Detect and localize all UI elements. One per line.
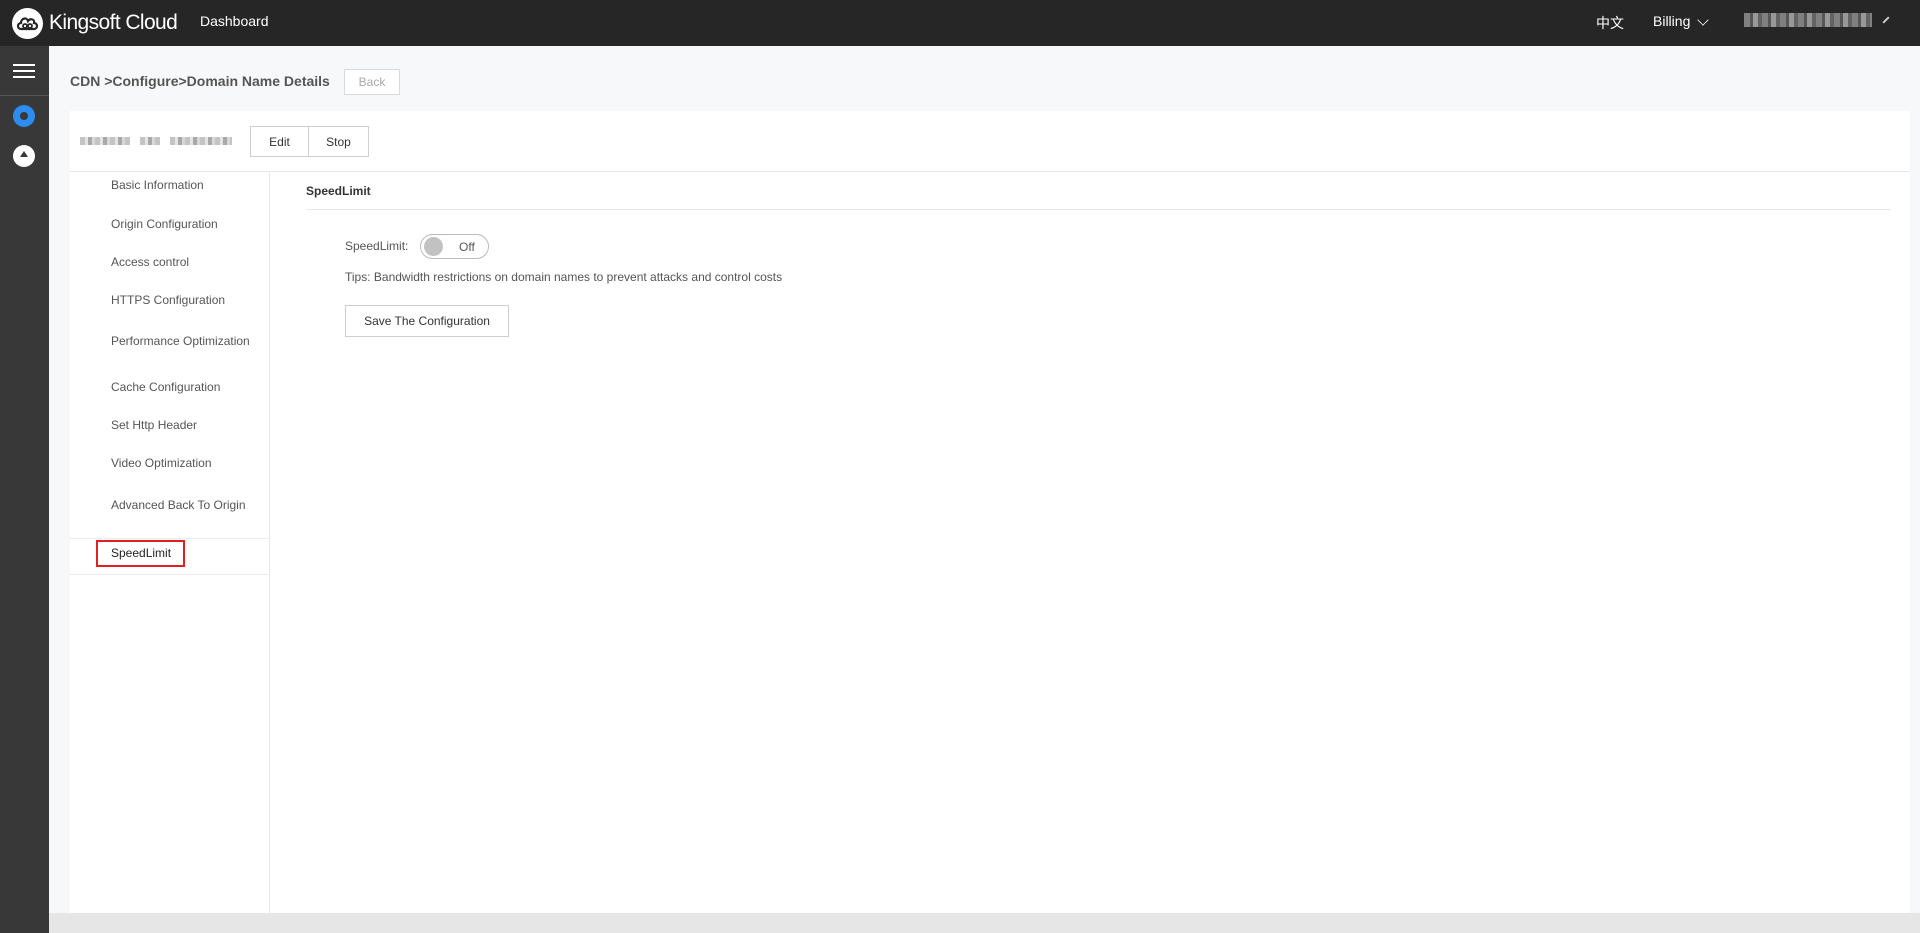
subnav-separator: [70, 538, 270, 539]
user-account-menu[interactable]: [1744, 12, 1894, 28]
subnav-item-origin-configuration[interactable]: Origin Configuration: [111, 217, 218, 231]
section-divider: [306, 209, 1891, 210]
section-title: SpeedLimit: [306, 184, 371, 198]
subnav-item-access-control[interactable]: Access control: [111, 255, 189, 269]
chevron-down-icon: [1697, 14, 1710, 26]
subnav-item-advanced-back-to-origin[interactable]: Advanced Back To Origin: [111, 498, 246, 512]
panel-divider: [70, 171, 1910, 172]
cloud-upload-icon[interactable]: [13, 145, 35, 167]
redacted-domain-name: [80, 135, 232, 147]
brand-name: Kingsoft Cloud: [49, 11, 178, 34]
billing-label: Billing: [1653, 13, 1691, 29]
details-panel: [70, 111, 1910, 913]
redacted-username: [1744, 13, 1872, 27]
subnav-item-cache-configuration[interactable]: Cache Configuration: [111, 380, 220, 394]
subnav-separator: [70, 574, 270, 575]
config-subnav: Basic Information Origin Configuration A…: [70, 172, 270, 913]
bottom-scrollbar-track: [49, 913, 1920, 933]
domain-actions: Edit Stop: [250, 126, 369, 157]
subnav-item-speedlimit[interactable]: SpeedLimit: [96, 540, 185, 567]
speedlimit-tips: Tips: Bandwidth restrictions on domain n…: [345, 270, 783, 284]
toggle-knob: [424, 237, 443, 256]
pencil-icon: [1882, 16, 1890, 24]
stop-button[interactable]: Stop: [308, 126, 369, 157]
breadcrumb: CDN >Configure>Domain Name Details: [70, 73, 330, 89]
menu-list-icon[interactable]: [13, 64, 35, 78]
brand-logo[interactable]: Kingsoft Cloud: [12, 6, 178, 40]
dashboard-link[interactable]: Dashboard: [200, 13, 269, 29]
top-navigation-bar: Kingsoft Cloud Dashboard 中文 Billing: [0, 0, 1920, 46]
rail-divider: [0, 95, 49, 96]
cdn-icon[interactable]: [13, 105, 35, 127]
billing-menu[interactable]: Billing: [1653, 13, 1710, 29]
toggle-state: Off: [459, 240, 475, 254]
language-switch[interactable]: 中文: [1596, 13, 1624, 33]
speedlimit-toggle[interactable]: Off: [420, 234, 489, 259]
speedlimit-label: SpeedLimit:: [345, 239, 409, 253]
subnav-item-set-http-header[interactable]: Set Http Header: [111, 418, 197, 432]
save-configuration-button[interactable]: Save The Configuration: [345, 305, 509, 337]
icon-sidebar: [0, 46, 49, 933]
subnav-item-performance-optimization[interactable]: Performance Optimization: [111, 334, 250, 348]
subnav-item-basic-information[interactable]: Basic Information: [111, 178, 204, 192]
subnav-item-https-configuration[interactable]: HTTPS Configuration: [111, 293, 225, 307]
subnav-item-video-optimization[interactable]: Video Optimization: [111, 456, 212, 470]
kingsoft-cloud-logo-icon: [12, 7, 43, 39]
back-button[interactable]: Back: [344, 69, 400, 95]
edit-button[interactable]: Edit: [250, 126, 309, 157]
